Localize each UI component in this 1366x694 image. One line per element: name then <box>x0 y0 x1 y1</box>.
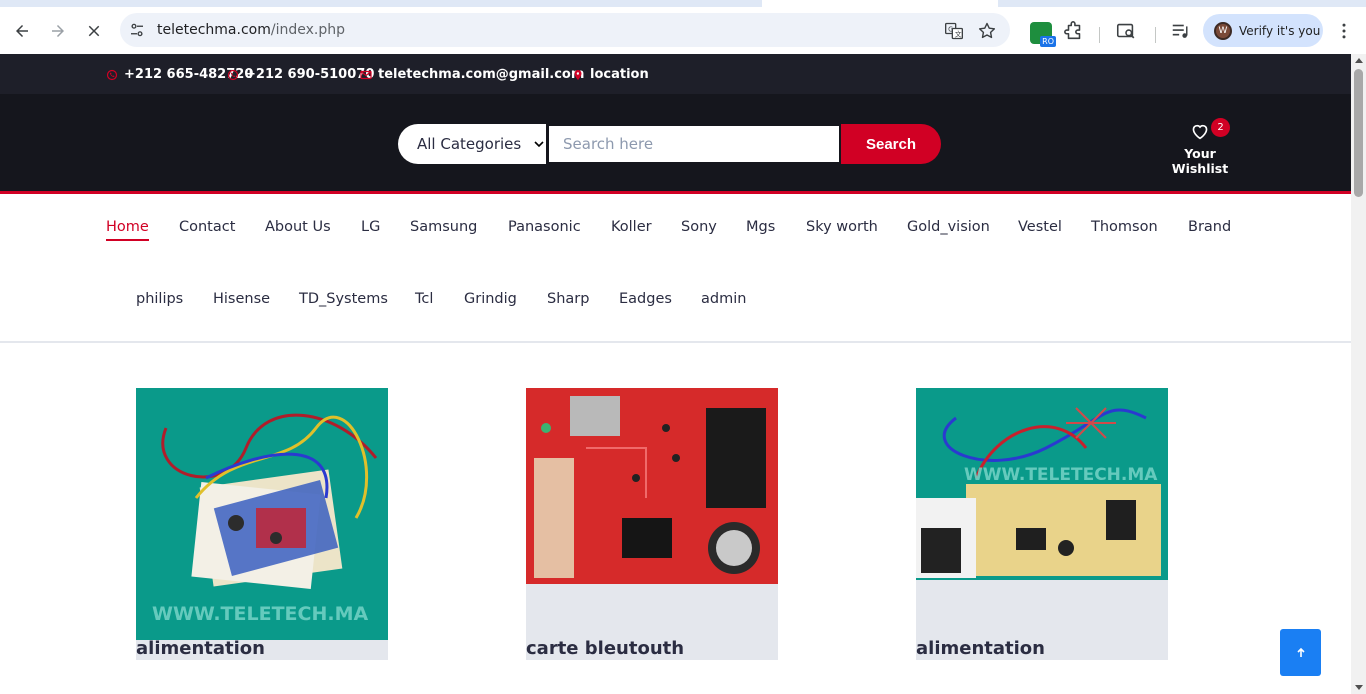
stop-loading-button[interactable] <box>81 18 107 44</box>
url-text: teletechma.com/index.php <box>157 22 345 38</box>
address-bar[interactable]: teletechma.com/index.php G 文 <box>120 13 1010 47</box>
page-viewport: +212 665-482720 +212 690-510070 teletech… <box>0 54 1366 694</box>
extension-icon[interactable]: RO <box>1030 22 1056 47</box>
search-button[interactable]: Search <box>841 124 941 164</box>
arrow-left-icon <box>16 25 28 37</box>
power-supply-board-image: WWW.TELETECH.MA <box>916 388 1168 580</box>
main-header: All Categories Search 2 Your Wishlist <box>0 94 1351 194</box>
heart-icon <box>1192 124 1208 140</box>
nav-item-mgs[interactable]: Mgs <box>746 219 775 235</box>
scroll-down-arrow[interactable] <box>1355 685 1363 690</box>
location-text: location <box>590 67 649 82</box>
nav-item-hisense[interactable]: Hisense <box>213 291 270 307</box>
nav-item-admin[interactable]: admin <box>701 291 746 307</box>
email-link[interactable]: teletechma.com@gmail.com <box>360 67 584 82</box>
more-vert-icon[interactable] <box>1334 20 1354 42</box>
forward-button[interactable] <box>45 18 71 44</box>
toolbar-separator <box>1155 27 1156 43</box>
product-card[interactable]: WWW.TELETECH.MA alimentation <box>136 388 388 660</box>
scrollbar-thumb[interactable] <box>1354 69 1363 197</box>
bluetooth-board-image <box>526 388 778 584</box>
puzzle-icon[interactable] <box>1063 20 1085 42</box>
nav-item-philips[interactable]: philips <box>136 291 183 307</box>
nav-item-grindig[interactable]: Grindig <box>464 291 517 307</box>
close-icon <box>88 25 100 37</box>
nav-item-sharp[interactable]: Sharp <box>547 291 589 307</box>
nav-item-sony[interactable]: Sony <box>681 219 717 235</box>
profile-button[interactable]: W Verify it's you <box>1203 14 1323 47</box>
arrow-right-icon <box>52 25 64 37</box>
nav-item-thomson[interactable]: Thomson <box>1091 219 1158 235</box>
nav-item-vestel[interactable]: Vestel <box>1018 219 1062 235</box>
phone-number-2: +212 690-510070 <box>245 67 375 82</box>
avatar: W <box>1214 21 1232 40</box>
nav-item-panasonic[interactable]: Panasonic <box>508 219 581 235</box>
wishlist-link[interactable]: 2 Your Wishlist <box>1157 118 1243 176</box>
browser-toolbar: teletechma.com/index.php G 文 RO W Verify… <box>0 7 1366 54</box>
main-navigation: Home Contact About Us LG Samsung Panason… <box>0 197 1351 343</box>
product-image[interactable]: WWW.TELETECH.MA <box>916 388 1168 580</box>
active-tab[interactable] <box>762 0 998 7</box>
product-image[interactable] <box>526 388 778 584</box>
search-input[interactable] <box>546 123 842 165</box>
toolbar-separator <box>1099 27 1100 43</box>
category-selected: All Categories <box>417 135 522 153</box>
nav-item-home[interactable]: Home <box>106 219 149 241</box>
envelope-icon <box>360 69 372 81</box>
header-divider <box>0 191 1351 194</box>
image-watermark: WWW.TELETECH.MA <box>152 603 368 625</box>
nav-item-contact[interactable]: Contact <box>179 219 235 235</box>
back-to-top-button[interactable] <box>1280 629 1321 676</box>
chevron-down-icon <box>534 141 544 148</box>
category-select[interactable]: All Categories <box>398 124 548 164</box>
back-button[interactable] <box>9 18 35 44</box>
wishlist-label: Your Wishlist <box>1171 146 1229 176</box>
whatsapp-icon <box>227 69 239 81</box>
tab-strip <box>0 0 1366 7</box>
email-text: teletechma.com@gmail.com <box>378 67 585 82</box>
site-settings-icon[interactable] <box>128 21 146 39</box>
nav-item-sky-worth[interactable]: Sky worth <box>806 219 878 235</box>
browser-chrome: teletechma.com/index.php G 文 RO W Verify… <box>0 0 1366 54</box>
profile-label: Verify it's you <box>1239 23 1321 38</box>
scroll-up-arrow[interactable] <box>1355 58 1363 63</box>
url-host: teletechma.com <box>157 22 271 38</box>
search-tabs-icon[interactable] <box>1115 20 1137 42</box>
nav-item-td-systems[interactable]: TD_Systems <box>299 291 388 307</box>
map-marker-icon <box>572 69 584 81</box>
power-supply-board-image: WWW.TELETECH.MA <box>136 388 388 640</box>
location-link[interactable]: location <box>572 67 649 82</box>
translate-icon[interactable]: G 文 <box>944 21 964 41</box>
media-queue-icon[interactable] <box>1170 20 1192 42</box>
star-icon[interactable] <box>977 21 997 41</box>
nav-item-samsung[interactable]: Samsung <box>410 219 477 235</box>
product-card[interactable]: WWW.TELETECH.MA alimentation <box>916 388 1168 660</box>
product-image[interactable]: WWW.TELETECH.MA <box>136 388 388 640</box>
phone-link-2[interactable]: +212 690-510070 <box>227 67 374 82</box>
nav-item-koller[interactable]: Koller <box>611 219 652 235</box>
top-header: +212 665-482720 +212 690-510070 teletech… <box>0 54 1351 94</box>
nav-item-tcl[interactable]: Tcl <box>415 291 433 307</box>
nav-item-lg[interactable]: LG <box>361 219 380 235</box>
product-name[interactable]: carte bleutouth <box>526 638 684 659</box>
image-watermark: WWW.TELETECH.MA <box>964 465 1158 485</box>
page-scrollbar[interactable] <box>1351 54 1366 694</box>
nav-item-eadges[interactable]: Eadges <box>619 291 672 307</box>
nav-item-gold-vision[interactable]: Gold_vision <box>907 219 990 235</box>
url-path: /index.php <box>270 22 345 38</box>
nav-item-brand[interactable]: Brand <box>1188 219 1231 235</box>
extension-badge-text: RO <box>1040 36 1056 47</box>
product-name[interactable]: alimentation <box>136 638 265 659</box>
svg-text:文: 文 <box>955 29 962 38</box>
arrow-up-icon <box>1296 647 1305 657</box>
product-name[interactable]: alimentation <box>916 638 1045 659</box>
nav-item-about-us[interactable]: About Us <box>265 219 331 235</box>
whatsapp-icon <box>106 69 118 81</box>
search-form: All Categories Search <box>398 123 941 165</box>
product-card[interactable]: carte bleutouth <box>526 388 778 660</box>
wishlist-count-badge: 2 <box>1211 118 1230 137</box>
